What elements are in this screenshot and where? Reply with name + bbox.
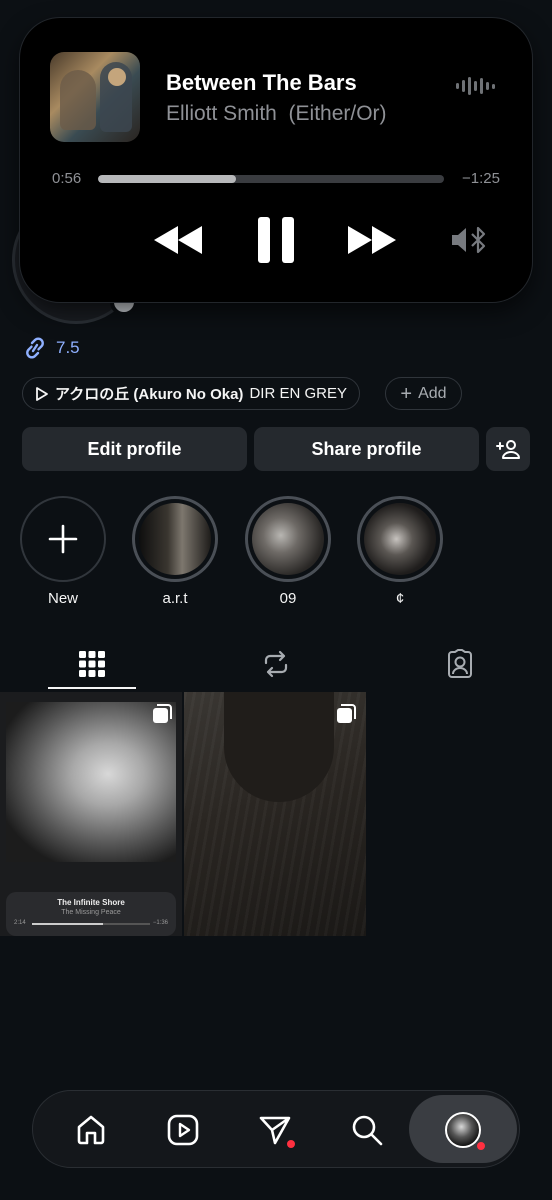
grid-post[interactable] (184, 692, 366, 936)
tagged-person-icon (448, 649, 472, 678)
search-icon (352, 1115, 383, 1146)
track-artist-album: Elliott Smith (Either/Or) (166, 102, 387, 125)
pause-button[interactable] (254, 214, 298, 266)
grid-post[interactable]: The Infinite Shore The Missing Peace 2:1… (0, 692, 182, 936)
highlight-cent[interactable]: ¢ (355, 496, 445, 607)
nav-search[interactable] (341, 1104, 393, 1156)
highlight-cent-circle (357, 496, 443, 582)
post-image (6, 702, 176, 862)
highlight-new-circle (20, 496, 106, 582)
add-button[interactable]: + Add (385, 377, 462, 410)
nav-messages[interactable] (249, 1104, 301, 1156)
track-title: Between The Bars (166, 70, 357, 95)
mini-player-title: The Infinite Shore (57, 898, 125, 907)
progress-bar[interactable] (98, 175, 444, 183)
mini-player-subtitle: The Missing Peace (61, 909, 121, 916)
tab-reposts[interactable] (232, 640, 320, 688)
add-person-icon (496, 440, 520, 459)
repost-icon (264, 650, 288, 678)
tab-tagged[interactable] (416, 640, 504, 688)
post-mini-player: The Infinite Shore The Missing Peace 2:1… (6, 892, 176, 936)
highlight-09[interactable]: 09 (243, 496, 333, 607)
share-profile-button[interactable]: Share profile (254, 427, 479, 471)
notification-dot (477, 1142, 485, 1150)
album-art (50, 52, 140, 142)
discover-people-button[interactable] (486, 427, 530, 471)
fast-forward-button[interactable] (346, 218, 398, 262)
mini-player-remaining: −1:36 (152, 920, 168, 926)
now-playing-card[interactable]: Between The Bars Elliott Smith (Either/O… (20, 18, 532, 302)
profile-avatar-icon (445, 1112, 481, 1148)
play-icon (36, 386, 48, 401)
rewind-icon (154, 226, 202, 254)
tab-grid[interactable] (48, 640, 136, 688)
grid-icon (79, 651, 105, 677)
add-label: Add (418, 384, 447, 402)
notification-dot (287, 1140, 295, 1148)
rewind-button[interactable] (152, 218, 204, 262)
nav-reels[interactable] (157, 1104, 209, 1156)
highlight-new[interactable]: New (18, 496, 108, 607)
mini-player-bar (32, 923, 150, 925)
profile-link[interactable]: 7.5 (22, 336, 80, 360)
progress-fill (98, 175, 237, 183)
plus-icon: + (400, 382, 413, 405)
highlight-label: a.r.t (162, 590, 188, 607)
music-song-title: アクロの丘 (Akuro No Oka) (55, 386, 244, 403)
highlight-art-circle (132, 496, 218, 582)
pause-icon (258, 217, 294, 263)
nav-home[interactable] (65, 1104, 117, 1156)
mini-player-elapsed: 2:14 (14, 920, 26, 926)
bluetooth-speaker-icon (452, 226, 486, 254)
highlight-09-circle (245, 496, 331, 582)
waveform-icon (456, 74, 495, 98)
highlight-label: New (47, 590, 78, 607)
home-icon (77, 1115, 105, 1145)
link-icon (26, 337, 44, 359)
link-text: 7.5 (56, 338, 80, 357)
carousel-icon (153, 704, 172, 723)
nav-profile[interactable] (437, 1104, 489, 1156)
bluetooth-speaker-button[interactable] (448, 222, 492, 258)
profile-music-pill[interactable]: アクロの丘 (Akuro No Oka) DIR EN GREY (22, 377, 360, 410)
music-artist: DIR EN GREY (249, 385, 347, 402)
edit-profile-button[interactable]: Edit profile (22, 427, 247, 471)
carousel-icon (337, 704, 356, 723)
fast-forward-icon (348, 226, 396, 254)
plus-icon (48, 524, 78, 554)
highlight-art[interactable]: a.r.t (130, 496, 220, 607)
bottom-navigation (32, 1090, 520, 1168)
active-tab-indicator (48, 687, 136, 689)
highlight-label: 09 (279, 590, 297, 607)
highlight-label: ¢ (395, 590, 405, 607)
elapsed-time: 0:56 (52, 170, 82, 187)
reels-icon (167, 1114, 199, 1146)
remaining-time: −1:25 (462, 170, 500, 187)
